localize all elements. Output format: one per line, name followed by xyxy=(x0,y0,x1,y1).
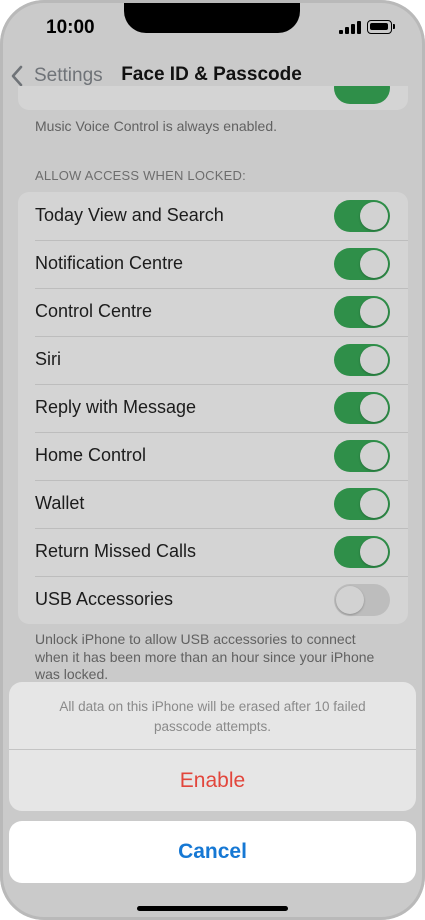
toggle-switch[interactable] xyxy=(334,440,390,472)
list-item: Wallet xyxy=(18,480,408,528)
row-label: Today View and Search xyxy=(35,205,224,225)
toggle-knob xyxy=(360,250,388,278)
list-item: Return Missed Calls xyxy=(18,528,408,576)
toggle-switch[interactable] xyxy=(334,200,390,232)
row-label: Notification Centre xyxy=(35,253,184,273)
enable-button[interactable]: Enable xyxy=(9,750,416,811)
action-sheet-message: All data on this iPhone will be erased a… xyxy=(59,699,366,734)
status-time: 10:00 xyxy=(46,17,95,38)
row-label: Control Centre xyxy=(35,301,153,321)
row-label: Reply with Message xyxy=(35,397,197,417)
row-label: Return Missed Calls xyxy=(35,541,197,561)
list-item: Siri xyxy=(18,336,408,384)
toggle-switch[interactable] xyxy=(334,296,390,328)
previous-toggle[interactable] xyxy=(334,86,390,104)
notch xyxy=(124,0,300,33)
toggle-switch[interactable] xyxy=(334,248,390,280)
toggle-switch[interactable] xyxy=(334,344,390,376)
toggle-knob xyxy=(360,298,388,326)
page-title-text: Face ID & Passcode xyxy=(121,64,302,85)
toggle-knob xyxy=(360,394,388,422)
toggle-knob xyxy=(360,202,388,230)
row-label: USB Accessories xyxy=(35,589,174,609)
row-label: Home Control xyxy=(35,445,147,465)
list-item: Home Control xyxy=(18,432,408,480)
previous-settings-group xyxy=(18,86,408,110)
list-item: Notification Centre xyxy=(18,240,408,288)
list-item: Reply with Message xyxy=(18,384,408,432)
toggle-knob xyxy=(360,538,388,566)
battery-icon xyxy=(367,20,395,34)
list-item: USB Accessories xyxy=(18,576,408,624)
list-item: Control Centre xyxy=(18,288,408,336)
cellular-signal-icon xyxy=(339,21,361,34)
allow-access-header: ALLOW ACCESS WHEN LOCKED: xyxy=(35,168,246,183)
page-title: Face ID & Passcode xyxy=(0,64,425,86)
usb-accessories-footnote: Unlock iPhone to allow USB accessories t… xyxy=(35,631,375,682)
row-label: Siri xyxy=(35,349,61,369)
settings-screen: 10:00 Settings Face ID & Passcode Music … xyxy=(0,0,425,920)
cancel-button[interactable]: Cancel xyxy=(9,821,416,883)
toggle-knob xyxy=(360,346,388,374)
toggle-knob xyxy=(336,586,364,614)
toggle-switch[interactable] xyxy=(334,488,390,520)
toggle-switch[interactable] xyxy=(334,536,390,568)
toggle-switch[interactable] xyxy=(334,392,390,424)
phone-frame: 10:00 Settings Face ID & Passcode Music … xyxy=(0,0,425,920)
toggle-switch[interactable] xyxy=(334,584,390,616)
toggle-knob xyxy=(360,490,388,518)
music-voice-footnote: Music Voice Control is always enabled. xyxy=(35,118,278,134)
action-sheet: All data on this iPhone will be erased a… xyxy=(9,682,416,811)
row-label: Wallet xyxy=(35,493,85,513)
allow-access-group: Today View and Search Notification Centr… xyxy=(18,192,408,624)
home-indicator xyxy=(137,906,288,911)
list-item: Today View and Search xyxy=(18,192,408,240)
toggle-knob xyxy=(360,442,388,470)
